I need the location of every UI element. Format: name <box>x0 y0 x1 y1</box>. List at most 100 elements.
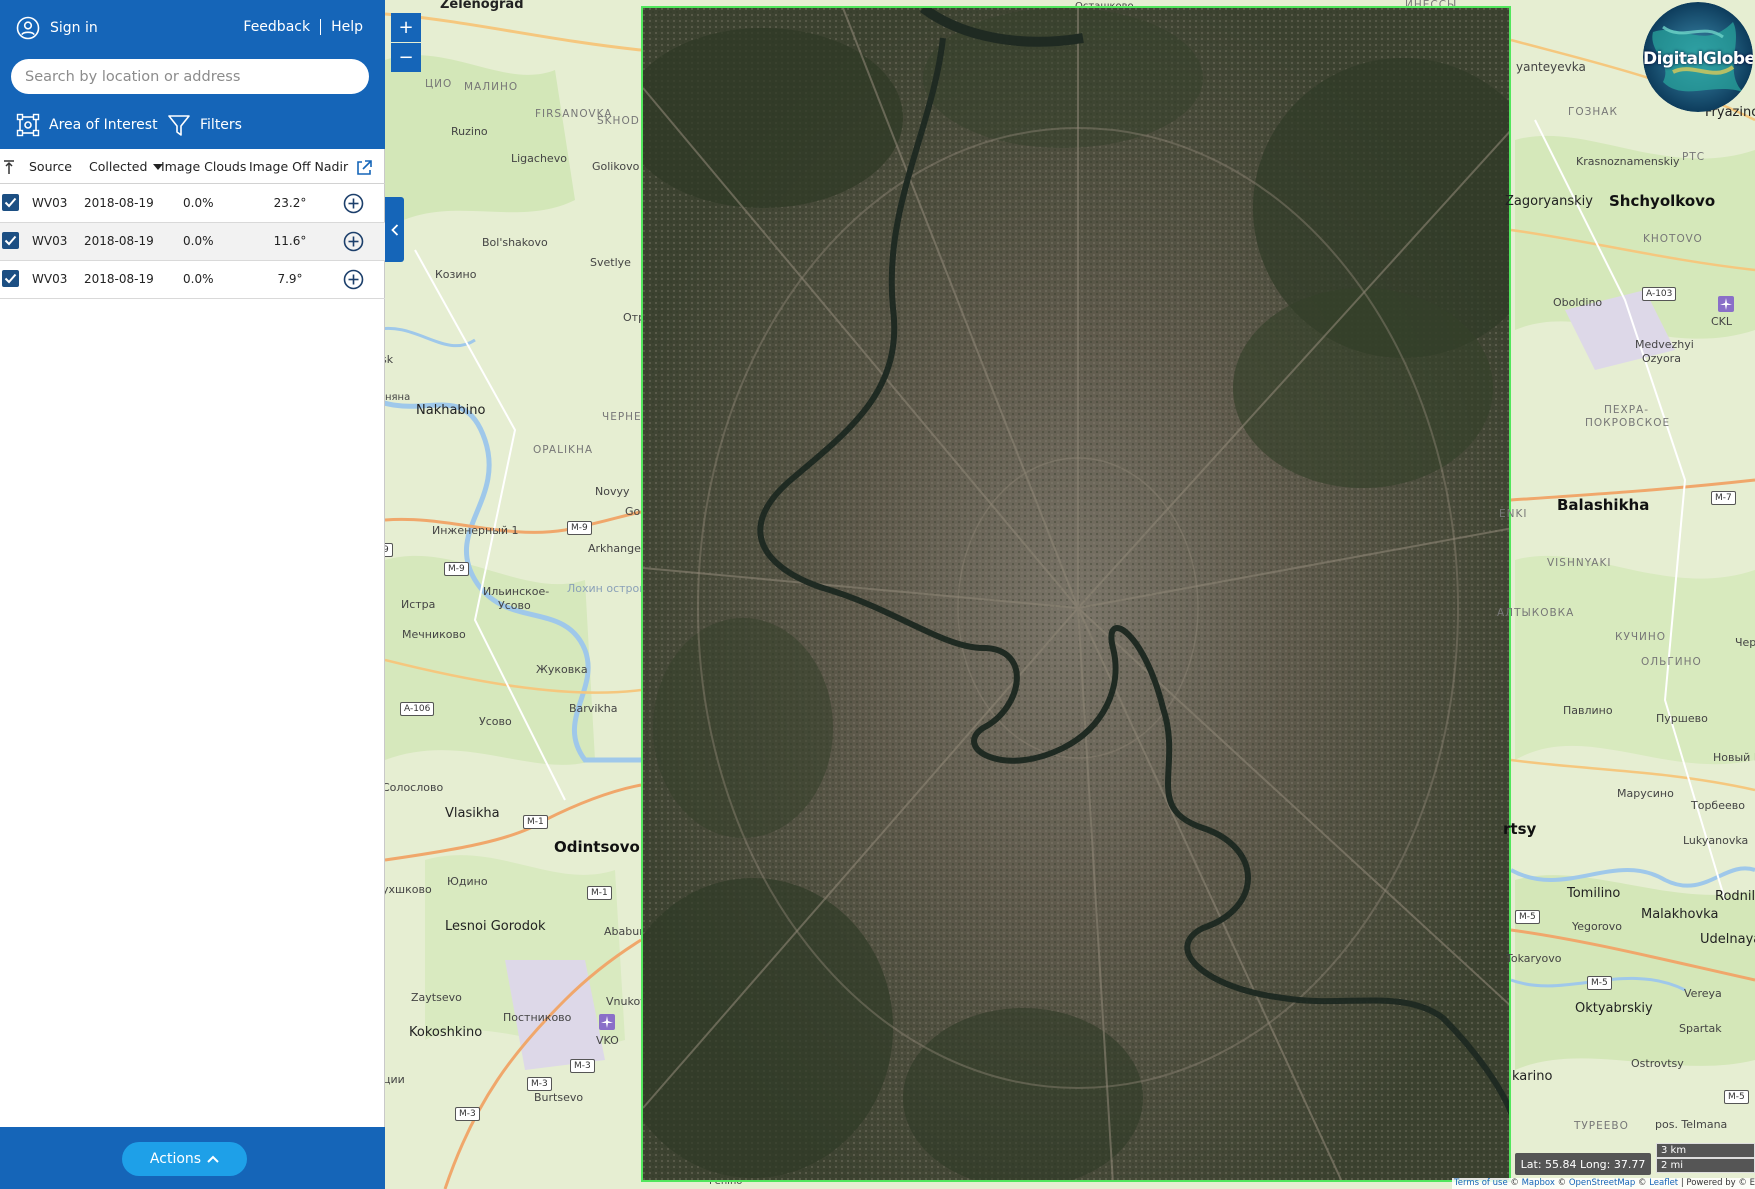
row-checkbox[interactable] <box>2 194 19 211</box>
map-label: Чер <box>1735 636 1755 649</box>
osm-link[interactable]: OpenStreetMap <box>1569 1178 1635 1188</box>
filters-label: Filters <box>200 117 242 133</box>
row-checkbox[interactable] <box>2 232 19 249</box>
satellite-image <box>643 8 1509 1180</box>
feedback-link[interactable]: Feedback <box>243 19 310 35</box>
map-view[interactable]: Zelenograd Осташково ИНЕССЫ ЦИО МАЛИНО F… <box>385 0 1755 1189</box>
plus-circle-icon <box>343 193 364 214</box>
map-label: Nakhabino <box>416 403 486 418</box>
table-row[interactable]: WV03 2018-08-19 0.0% 7.9° <box>0 261 385 299</box>
map-label: Инженерный 1 <box>432 524 519 537</box>
help-link[interactable]: Help <box>331 19 363 35</box>
collapse-sidebar-button[interactable] <box>385 197 404 262</box>
add-to-cart-button[interactable] <box>343 269 364 290</box>
cell-source: WV03 <box>32 272 68 286</box>
cell-off-nadir: 7.9° <box>277 272 303 286</box>
checkmark-icon <box>4 197 17 208</box>
map-label: SKHOD <box>597 115 640 127</box>
column-collected[interactable]: Collected <box>89 159 164 174</box>
add-to-cart-button[interactable] <box>343 193 364 214</box>
map-label: Усово <box>498 599 531 612</box>
airport-icon <box>599 1014 615 1030</box>
digitalglobe-logo[interactable]: DigitalGlobe <box>1643 2 1753 112</box>
leaflet-link[interactable]: Leaflet <box>1649 1178 1678 1188</box>
area-of-interest-button[interactable]: Area of Interest <box>16 113 158 137</box>
export-button[interactable] <box>355 159 373 180</box>
airport-icon <box>1718 296 1734 312</box>
map-label: Odintsovo <box>554 838 640 856</box>
map-label: Oboldino <box>1553 296 1603 309</box>
map-label: Medvezhyi <box>1635 338 1694 351</box>
map-label: KHOTOVO <box>1643 233 1703 245</box>
mapbox-link[interactable]: Mapbox <box>1522 1178 1555 1188</box>
map-label: Пуршево <box>1656 712 1708 725</box>
map-label: Arkhangel' <box>588 542 647 555</box>
road-shield: M-9 <box>444 562 469 576</box>
map-label: OPALIKHA <box>533 444 594 456</box>
map-label: Malakhovka <box>1641 907 1719 922</box>
column-off-nadir[interactable]: Image Off Nadir <box>249 159 348 174</box>
table-row[interactable]: WV03 2018-08-19 0.0% 11.6° <box>0 223 385 261</box>
row-checkbox[interactable] <box>2 270 19 287</box>
map-label: Lukyanovka <box>1683 834 1749 847</box>
search-input[interactable] <box>11 59 369 94</box>
zoom-control: + − <box>391 13 421 72</box>
map-label: ПОКРОВСКОЕ <box>1585 417 1671 429</box>
map-label: Kokoshkino <box>409 1025 483 1040</box>
filters-button[interactable]: Filters <box>167 113 242 137</box>
map-label: Tokaryovo <box>1506 952 1562 965</box>
map-label: Vlasikha <box>445 806 500 821</box>
map-label: Udelnaya <box>1700 932 1755 947</box>
map-label: няна <box>385 392 411 403</box>
map-label: ПЕХРА- <box>1604 404 1650 416</box>
map-label: Yegorovo <box>1572 920 1622 933</box>
cell-collected: 2018-08-19 <box>84 196 154 210</box>
map-label: pos. Telmana <box>1655 1118 1728 1131</box>
cell-off-nadir: 23.2° <box>273 196 307 210</box>
checkmark-icon <box>4 235 17 246</box>
map-label: МАЛИНО <box>464 81 519 93</box>
map-label: АЛТЫКОВКА <box>1497 607 1575 619</box>
add-to-cart-button[interactable] <box>343 231 364 252</box>
road-shield: M-1 <box>587 886 612 900</box>
map-label: Солослово <box>385 781 444 794</box>
plus-circle-icon <box>343 269 364 290</box>
map-label: rtsy <box>1503 820 1537 838</box>
sidebar-header: Sign in Feedback Help Area of Interest F… <box>0 0 385 149</box>
actions-bar: Actions <box>0 1127 385 1189</box>
table-row[interactable]: WV03 2018-08-19 0.0% 23.2° <box>0 185 385 223</box>
area-of-interest-label: Area of Interest <box>49 117 158 133</box>
column-source[interactable]: Source <box>29 159 72 174</box>
scale-bar: 3 km 2 mi <box>1656 1143 1755 1173</box>
actions-button[interactable]: Actions <box>122 1142 247 1176</box>
road-shield: M-3 <box>570 1059 595 1073</box>
terms-link[interactable]: Terms of use <box>1454 1178 1508 1188</box>
map-label: Zagoryanskiy <box>1505 194 1593 209</box>
sidebar: Sign in Feedback Help Area of Interest F… <box>0 0 385 1189</box>
scroll-to-top-button[interactable] <box>2 159 16 178</box>
satellite-image-footprint[interactable] <box>641 6 1511 1182</box>
scale-km: 3 km <box>1656 1143 1755 1158</box>
map-label: Bol'shakovo <box>482 236 548 249</box>
map-label: CKL <box>1711 315 1733 328</box>
logo-text: DigitalGlobe <box>1643 49 1753 69</box>
map-label: VISHNYAKI <box>1547 557 1612 569</box>
map-label: Golikovo <box>592 160 640 173</box>
map-label: ЧЕРНЕ <box>602 411 642 423</box>
road-shield: A-103 <box>1642 287 1677 301</box>
map-label: sk <box>385 353 394 366</box>
external-link-icon <box>357 160 372 175</box>
chevron-left-icon <box>390 223 398 236</box>
road-shield: M-3 <box>527 1077 552 1091</box>
divider <box>320 19 322 35</box>
zoom-in-button[interactable]: + <box>391 13 421 42</box>
map-label: Павлино <box>1563 704 1613 717</box>
column-image-clouds[interactable]: Image Clouds <box>161 159 246 174</box>
map-label: КУЧИНО <box>1615 631 1667 643</box>
road-shield: M-7 <box>1711 491 1736 505</box>
road-shield: M-1 <box>523 815 548 829</box>
sign-in-button[interactable]: Sign in <box>16 15 98 41</box>
map-label: yanteyevka <box>1516 60 1586 74</box>
results-table-header: Source Collected Image Clouds Image Off … <box>0 151 385 184</box>
zoom-out-button[interactable]: − <box>391 43 421 72</box>
